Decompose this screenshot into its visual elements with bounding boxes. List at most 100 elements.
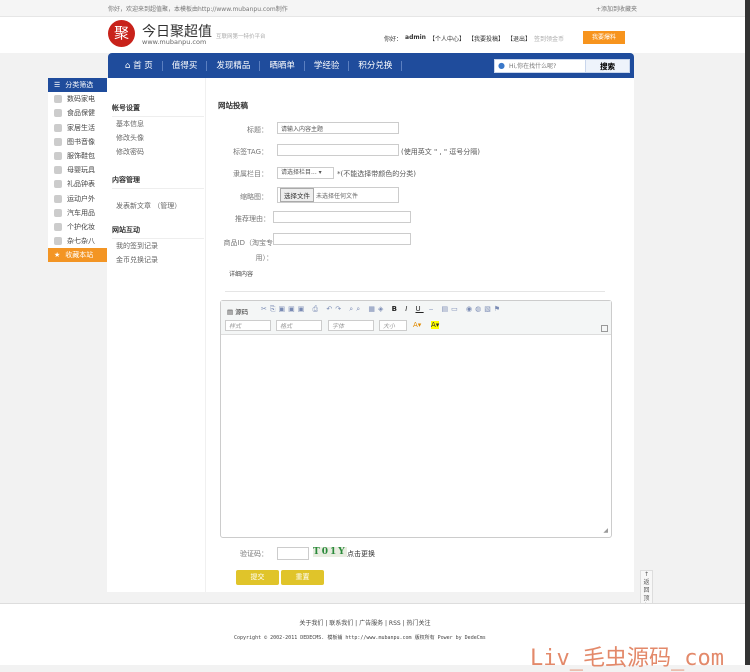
reset-button[interactable]: 重置: [281, 570, 324, 585]
category-item[interactable]: 服饰鞋包: [48, 149, 107, 163]
rich-text-editor: ▤ 源码 ✂⎘▣▣▣ ⎙ ↶↷ ⌕⌕ ▦◈ B I U ‒ ▤▭ ◉◍▧⚑ 样式…: [220, 300, 612, 538]
goods-id-label: 商品ID（淘宝专用）：: [223, 239, 273, 262]
add-bookmark-link[interactable]: +添加到收藏夹: [596, 4, 637, 13]
nav-points[interactable]: 积分兑换: [349, 60, 403, 71]
reason-input[interactable]: [273, 211, 411, 223]
category-icon: [54, 180, 62, 189]
tag-input[interactable]: [277, 144, 399, 156]
category-item[interactable]: 汽车用品: [48, 206, 107, 220]
category-item[interactable]: 母婴玩具: [48, 163, 107, 177]
category-icon: [54, 95, 62, 104]
home-icon: ⌂: [125, 60, 134, 71]
nav-experience[interactable]: 学经验: [305, 60, 350, 71]
link-password[interactable]: 修改密码: [112, 145, 204, 159]
search-box: ● 搜索: [494, 59, 630, 73]
title-input[interactable]: [277, 122, 399, 134]
link-new-article[interactable]: 发表新文章 （管理）: [112, 189, 204, 213]
format-select[interactable]: 格式: [276, 320, 322, 331]
divider: [225, 291, 605, 292]
list-icon: ☰: [54, 81, 61, 90]
source-button[interactable]: ▤ 源码: [227, 306, 248, 316]
hello-label: 你好：: [384, 36, 403, 43]
user-center-link[interactable]: 【个人中心】: [429, 34, 465, 43]
resize-handle-icon[interactable]: ◢: [603, 527, 608, 534]
captcha-image[interactable]: T01Y: [313, 547, 347, 557]
form-title: 网站投稿: [218, 101, 248, 110]
thumb-label: 缩略图：: [240, 193, 268, 201]
font-select[interactable]: 字体: [328, 320, 374, 331]
detail-label: 详细内容: [229, 271, 254, 278]
tag-hint: (使用英文 " , " 逗号分隔): [401, 148, 481, 156]
category-icon: [54, 166, 62, 175]
slogan: 互联网第一特价平台: [216, 34, 266, 40]
favorite-site-button[interactable]: ★ 收藏本站: [48, 248, 107, 263]
source-icon: ▤: [227, 308, 234, 316]
category-menu: ☰ 分类筛选 数码家电 食品保健 家居生活 图书音像 服饰鞋包 母婴玩具 礼品钟表…: [48, 78, 107, 263]
collapse-icon[interactable]: [601, 325, 608, 332]
link-coin-records[interactable]: 金币兑换记录: [112, 253, 204, 267]
logo-url: www.mubanpu.com: [142, 38, 207, 46]
text-color-icon[interactable]: A▾: [413, 321, 421, 329]
submit-button[interactable]: 提交: [236, 570, 279, 585]
logo-seal-icon: 聚: [108, 20, 135, 47]
logout-link[interactable]: 【退出】: [507, 34, 531, 43]
category-item[interactable]: 杂七杂八: [48, 234, 107, 248]
top-bar: 你好，欢迎来到超值聚，本模板由http://www.mubanpu.com制作 …: [0, 0, 750, 17]
arrow-up-icon: ↑: [643, 571, 650, 578]
size-select[interactable]: 大小: [379, 320, 407, 331]
search-icon: ●: [498, 61, 505, 70]
copyright: Copyright © 2002-2011 DEDECMS. 模板铺 http:…: [234, 635, 486, 641]
username: admin: [405, 34, 426, 41]
captcha-input[interactable]: [277, 547, 309, 560]
section-account: 帐号设置: [112, 101, 204, 117]
title-label: 标题：: [247, 126, 268, 134]
goods-id-input[interactable]: [273, 233, 411, 245]
file-status: 未选择任何文件: [316, 192, 359, 200]
choose-file-button[interactable]: 选择文件: [280, 188, 314, 202]
captcha-label: 验证码：: [240, 550, 268, 558]
column-hint: *(不能选择带颜色的分类): [337, 170, 416, 178]
signin-link[interactable]: 签到领金币: [534, 34, 564, 43]
category-item[interactable]: 数码家电: [48, 92, 107, 106]
category-item[interactable]: 礼品钟表: [48, 177, 107, 191]
category-item[interactable]: 个护化妆: [48, 220, 107, 234]
category-item[interactable]: 图书音像: [48, 135, 107, 149]
section-interaction: 网站互动: [112, 223, 204, 239]
category-icon: [54, 109, 62, 118]
user-sidebar: 帐号设置 基本信息 修改头像 修改密码 内容管理 发表新文章 （管理） 网站互动…: [112, 95, 204, 267]
report-button[interactable]: 我要爆料: [583, 31, 625, 44]
nav-show[interactable]: 晒晒单: [260, 60, 305, 71]
scrollbar[interactable]: [745, 0, 750, 665]
column-select[interactable]: 请选择栏目... ▾: [277, 167, 334, 179]
column-label: 隶属栏目：: [233, 170, 268, 178]
search-button[interactable]: 搜索: [585, 60, 629, 72]
bg-color-icon[interactable]: A▾: [431, 321, 440, 329]
star-icon: ★: [54, 251, 61, 260]
category-item[interactable]: 家居生活: [48, 121, 107, 135]
submit-link[interactable]: 【我要投稿】: [468, 34, 504, 43]
nav-worth-buying[interactable]: 值得买: [163, 60, 208, 71]
style-select[interactable]: 样式: [225, 320, 271, 331]
reason-label: 推荐理由：: [235, 215, 270, 223]
link-basic-info[interactable]: 基本信息: [112, 117, 204, 131]
captcha-refresh-link[interactable]: 点击更换: [347, 549, 375, 559]
link-avatar[interactable]: 修改头像: [112, 131, 204, 145]
category-icon: [54, 137, 62, 146]
tag-label: 标签TAG：: [233, 148, 268, 156]
editor-toolbar: ▤ 源码 ✂⎘▣▣▣ ⎙ ↶↷ ⌕⌕ ▦◈ B I U ‒ ▤▭ ◉◍▧⚑ 样式…: [221, 301, 611, 335]
category-icon: [54, 152, 62, 161]
footer-links[interactable]: 关于我们 | 联系我们 | 广告服务 | RSS | 热门关注: [0, 618, 750, 627]
category-icon: [54, 123, 62, 132]
category-icon: [54, 237, 62, 246]
category-icon: [54, 222, 62, 231]
category-item[interactable]: 运动户外: [48, 192, 107, 206]
category-header: ☰ 分类筛选: [48, 78, 107, 93]
category-item[interactable]: 食品保健: [48, 106, 107, 120]
editor-tool-icons[interactable]: ✂⎘▣▣▣ ⎙ ↶↷ ⌕⌕ ▦◈ B I U ‒ ▤▭ ◉◍▧⚑: [261, 305, 503, 314]
link-signin-records[interactable]: 我的签到记录: [112, 239, 204, 253]
nav-discover[interactable]: 发现精品: [207, 60, 261, 71]
nav-home[interactable]: ⌂ 首 页: [116, 60, 163, 71]
search-input[interactable]: [495, 60, 585, 72]
welcome-text: 你好，欢迎来到超值聚，本模板由http://www.mubanpu.com制作: [108, 6, 288, 13]
section-content: 内容管理: [112, 173, 204, 189]
